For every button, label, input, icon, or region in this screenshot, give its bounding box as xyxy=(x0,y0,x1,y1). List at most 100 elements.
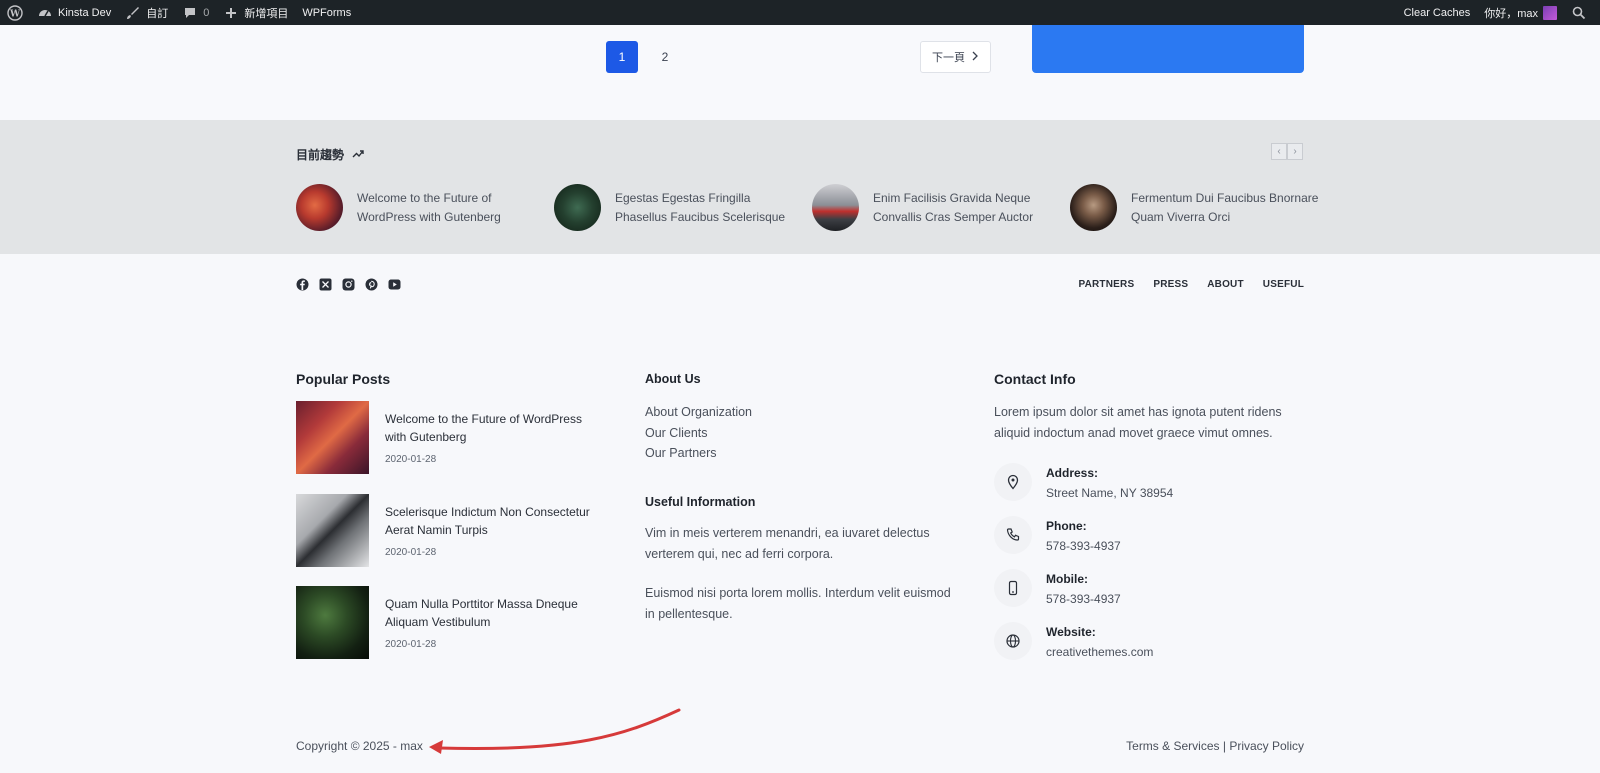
copyright-text: Copyright © 2025 - max xyxy=(296,739,423,753)
contact-phone: Phone: 578-393-4937 xyxy=(994,516,1121,556)
avatar xyxy=(1543,5,1557,20)
trending-item[interactable]: Enim Facilisis Gravida Neque Convallis C… xyxy=(812,184,1062,231)
contact-label: Mobile: xyxy=(1046,572,1088,586)
dashboard-icon xyxy=(37,5,53,21)
footer-link-partners[interactable]: PARTNERS xyxy=(1078,279,1134,290)
terms-link[interactable]: Terms & Services xyxy=(1126,739,1219,753)
social-icons xyxy=(296,278,401,291)
post-date: 2020-01-28 xyxy=(385,547,437,558)
brush-icon xyxy=(125,5,141,21)
phone-icon xyxy=(994,516,1032,554)
account-menu[interactable]: 你好，max xyxy=(1477,0,1564,25)
wordpress-logo-menu[interactable]: W xyxy=(0,0,30,25)
site-name-menu[interactable]: Kinsta Dev xyxy=(30,0,118,25)
legal-links: Terms & Services | Privacy Policy xyxy=(1126,739,1304,753)
trending-item-title: Welcome to the Future of WordPress with … xyxy=(357,190,501,224)
search-icon xyxy=(1571,5,1587,21)
svg-text:W: W xyxy=(9,9,21,19)
contact-mobile: Mobile: 578-393-4937 xyxy=(994,569,1121,609)
post-title: Welcome to the Future of WordPress with … xyxy=(385,412,582,444)
trending-title: 目前趨勢 xyxy=(296,146,364,163)
pinterest-icon[interactable] xyxy=(365,278,378,291)
contact-website: Website: creativethemes.com xyxy=(994,622,1153,662)
page-1-button[interactable]: 1 xyxy=(606,41,638,73)
about-us-title: About Us xyxy=(645,372,701,386)
comments-link[interactable]: 0 xyxy=(175,0,216,25)
trending-next-button[interactable]: › xyxy=(1287,143,1303,160)
trending-prev-button[interactable]: ‹ xyxy=(1271,143,1287,160)
comments-count: 0 xyxy=(203,6,210,19)
footer-link-about[interactable]: ABOUT xyxy=(1207,279,1244,290)
wordpress-logo-icon: W xyxy=(7,4,23,21)
contact-label: Website: xyxy=(1046,625,1096,639)
post-title: Scelerisque Indictum Non Consectetur Aer… xyxy=(385,505,590,537)
trending-thumbnail xyxy=(296,184,343,231)
next-page-button[interactable]: 下一頁 xyxy=(920,41,991,73)
page-2-button[interactable]: 2 xyxy=(649,41,681,73)
post-date: 2020-01-28 xyxy=(385,639,437,650)
trending-item-title: Enim Facilisis Gravida Neque Convallis C… xyxy=(873,190,1034,224)
post-thumbnail xyxy=(296,401,369,474)
popular-post-item[interactable]: Quam Nulla Porttitor Massa Dneque Aliqua… xyxy=(296,586,606,659)
annotation-arrow xyxy=(429,708,681,754)
next-page-label: 下一頁 xyxy=(932,52,965,64)
trending-up-icon xyxy=(352,148,364,162)
contact-label: Address: xyxy=(1046,466,1099,480)
popular-post-item[interactable]: Welcome to the Future of WordPress with … xyxy=(296,401,606,474)
trending-item-title: Egestas Egestas Fringilla Phasellus Fauc… xyxy=(615,190,786,224)
greeting: 你好，max xyxy=(1484,7,1538,20)
sidebar-blue-block xyxy=(1032,25,1304,73)
clear-caches-button[interactable]: Clear Caches xyxy=(1397,0,1478,25)
about-organization-link[interactable]: About Organization xyxy=(645,402,752,423)
contact-address: Address: Street Name, NY 38954 xyxy=(994,463,1173,503)
post-date: 2020-01-28 xyxy=(385,454,437,465)
trending-title-label: 目前趨勢 xyxy=(296,148,345,162)
facebook-icon[interactable] xyxy=(296,278,309,291)
contact-phone-link[interactable]: 578-393-4937 xyxy=(1046,536,1121,556)
x-icon[interactable] xyxy=(319,278,332,291)
admin-search-button[interactable] xyxy=(1564,0,1594,25)
comment-icon xyxy=(182,5,198,21)
our-partners-link[interactable]: Our Partners xyxy=(645,443,752,464)
contact-mobile-link[interactable]: 578-393-4937 xyxy=(1046,589,1121,609)
site-name: Kinsta Dev xyxy=(58,6,112,19)
popular-posts-title: Popular Posts xyxy=(296,371,391,387)
trending-thumbnail xyxy=(812,184,859,231)
trending-item-title: Fermentum Dui Faucibus Bnornare Quam Viv… xyxy=(1131,190,1319,224)
trending-thumbnail xyxy=(554,184,601,231)
legal-separator: | xyxy=(1222,739,1226,753)
trending-item[interactable]: Welcome to the Future of WordPress with … xyxy=(296,184,546,231)
footer-menu: PARTNERS PRESS ABOUT USEFUL xyxy=(1078,279,1304,290)
contact-value: Street Name, NY 38954 xyxy=(1046,486,1174,500)
trending-item[interactable]: Egestas Egestas Fringilla Phasellus Fauc… xyxy=(554,184,804,231)
customize-label: 自訂 xyxy=(146,7,169,20)
popular-post-item[interactable]: Scelerisque Indictum Non Consectetur Aer… xyxy=(296,494,606,567)
contact-info-title: Contact Info xyxy=(994,371,1076,387)
post-thumbnail xyxy=(296,494,369,567)
contact-website-link[interactable]: creativethemes.com xyxy=(1046,642,1153,662)
instagram-icon[interactable] xyxy=(342,278,355,291)
new-item-menu[interactable]: 新增項目 xyxy=(216,0,295,25)
footer-link-press[interactable]: PRESS xyxy=(1153,279,1188,290)
wpforms-menu[interactable]: WPForms xyxy=(295,0,358,25)
globe-icon xyxy=(994,622,1032,660)
trending-section: 目前趨勢 ‹ › Welcome to the Future of WordPr… xyxy=(0,120,1600,254)
map-pin-icon xyxy=(994,463,1032,501)
clear-caches-label: Clear Caches xyxy=(1403,6,1471,19)
new-item-label: 新增項目 xyxy=(244,7,289,20)
useful-information-title: Useful Information xyxy=(645,495,756,509)
contact-intro: Lorem ipsum dolor sit amet has ignota pu… xyxy=(994,405,1282,440)
admin-bar: W Kinsta Dev 自訂 0 新增項目 WPForms Clear Cac… xyxy=(0,0,1600,25)
our-clients-link[interactable]: Our Clients xyxy=(645,423,752,444)
chevron-right-icon xyxy=(971,51,979,64)
privacy-link[interactable]: Privacy Policy xyxy=(1229,739,1304,753)
contact-label: Phone: xyxy=(1046,519,1087,533)
customize-link[interactable]: 自訂 xyxy=(118,0,175,25)
wpforms-label: WPForms xyxy=(302,6,352,19)
plus-icon xyxy=(223,5,239,21)
post-title: Quam Nulla Porttitor Massa Dneque Aliqua… xyxy=(385,597,578,629)
youtube-icon[interactable] xyxy=(388,278,401,291)
footer-link-useful[interactable]: USEFUL xyxy=(1263,279,1304,290)
about-us-links: About Organization Our Clients Our Partn… xyxy=(645,402,752,464)
trending-item[interactable]: Fermentum Dui Faucibus Bnornare Quam Viv… xyxy=(1070,184,1320,231)
